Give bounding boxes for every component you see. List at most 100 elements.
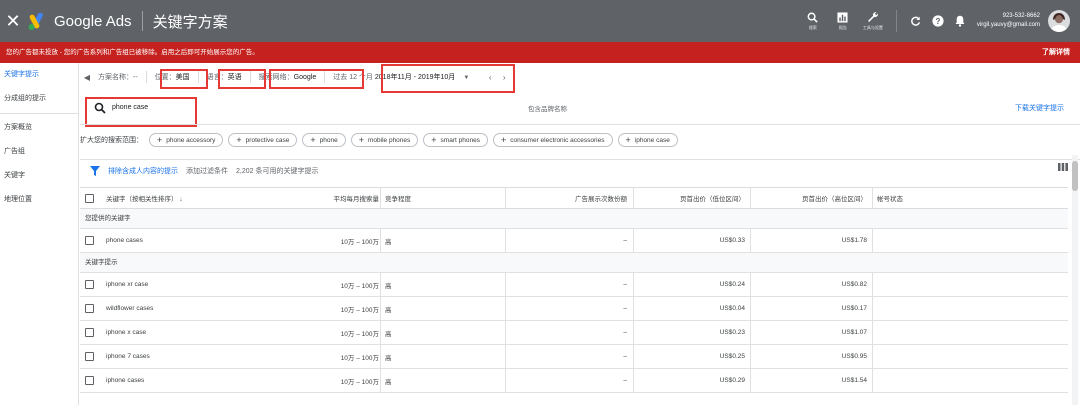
column-divider	[505, 297, 506, 320]
help-button[interactable]: ?	[927, 0, 949, 42]
header-volume[interactable]: 平均每月搜索量	[275, 193, 380, 203]
search-input[interactable]: phone case	[112, 104, 312, 111]
competition-cell: 高	[385, 354, 392, 362]
header-impression-share[interactable]: 广告展示次数份额	[515, 193, 627, 203]
sidebar-item-grouped-ideas[interactable]: 分成组的提示	[0, 87, 78, 111]
bid-high-cell: US$0.82	[841, 281, 867, 288]
notifications-button[interactable]	[949, 0, 971, 42]
add-filter-button[interactable]: 添加过滤条件	[186, 166, 228, 176]
header-competition[interactable]: 竞争程度	[385, 193, 411, 203]
table-row[interactable]: iphone 7 cases 10万 – 100万 高 – US$0.25 US…	[80, 345, 1068, 369]
avatar[interactable]	[1048, 10, 1070, 32]
highlight-box-date-range	[381, 64, 515, 93]
competition-cell: 高	[385, 330, 392, 338]
bid-high-cell: US$1.07	[841, 329, 867, 336]
sidebar-item-keywords[interactable]: 关键字	[0, 164, 78, 188]
column-divider	[380, 188, 381, 208]
close-icon[interactable]: ✕	[4, 0, 22, 42]
row-checkbox[interactable]	[85, 376, 94, 385]
row-checkbox[interactable]	[85, 280, 94, 289]
plus-icon: +	[625, 135, 631, 145]
broaden-pill[interactable]: + consumer electronic accessories	[492, 133, 613, 147]
broaden-pill-label: iphone case	[634, 136, 670, 144]
table-row[interactable]: wildflower cases 10万 – 100万 高 – US$0.04 …	[80, 297, 1068, 321]
account-info[interactable]: 923-532-8662 virgil.yauvy@gmail.com	[977, 12, 1040, 30]
select-all-checkbox[interactable]	[85, 193, 94, 203]
scrollbar-thumb[interactable]	[1072, 161, 1078, 191]
plan-name-setting[interactable]: 方案名称：--	[94, 72, 142, 82]
vertical-scrollbar[interactable]	[1072, 155, 1078, 405]
column-divider	[505, 188, 506, 208]
broaden-pill-label: smart phones	[440, 136, 480, 144]
tools-settings-button[interactable]: 工具与设置	[858, 0, 888, 42]
column-divider	[872, 188, 873, 208]
broaden-pill[interactable]: + mobile phones	[350, 133, 419, 147]
columns-icon[interactable]	[1058, 163, 1068, 171]
sidebar-item-plan-overview[interactable]: 方案概览	[0, 116, 78, 140]
broaden-search-row: 扩大您的搜索范围： + phone accessory + protective c…	[80, 130, 1080, 150]
competition-cell: 高	[385, 378, 392, 386]
broaden-pill[interactable]: + protective case	[228, 133, 298, 147]
broaden-pill[interactable]: + phone	[302, 133, 346, 147]
column-divider	[505, 345, 506, 368]
section-keyword-ideas: 关键字提示	[80, 253, 1068, 273]
header-account-status[interactable]: 帐号状态	[877, 193, 903, 203]
filter-icon[interactable]	[90, 165, 100, 176]
row-checkbox[interactable]	[85, 328, 94, 337]
competition-cell: 高	[385, 306, 392, 314]
exclude-adult-filter[interactable]: 排除含成人内容的提示	[108, 166, 178, 176]
search-tool-button[interactable]: 搜索	[798, 0, 828, 42]
plus-icon: +	[431, 135, 437, 145]
download-ideas-link[interactable]: 下载关键字提示	[1015, 103, 1064, 113]
sidebar-item-keyword-ideas[interactable]: 关键字提示	[0, 63, 78, 87]
page-title: 关键字方案	[152, 13, 228, 31]
plus-icon: +	[157, 135, 163, 145]
row-checkbox[interactable]	[85, 236, 94, 245]
broaden-pill-label: protective case	[245, 136, 290, 144]
broaden-pill[interactable]: + smart phones	[423, 133, 488, 147]
keyword-cell: iphone cases	[106, 377, 145, 384]
refresh-icon	[911, 16, 921, 26]
header-keyword[interactable]: 关键字（按相关性排序） ↓	[106, 193, 183, 203]
impression-share-cell: –	[623, 377, 627, 384]
bid-high-cell: US$0.95	[841, 353, 867, 360]
refresh-button[interactable]	[905, 0, 927, 42]
reports-tool-button[interactable]: 报告	[828, 0, 858, 42]
row-checkbox[interactable]	[85, 352, 94, 361]
table-row[interactable]: phone cases 10万 – 100万 高 – US$0.33 US$1.…	[80, 229, 1068, 253]
table-row[interactable]: iphone xr case 10万 – 100万 高 – US$0.24 US…	[80, 273, 1068, 297]
include-brands-toggle[interactable]: 包含品牌名称	[528, 103, 567, 113]
keyword-cell: iphone x case	[106, 329, 147, 336]
column-divider	[872, 297, 873, 320]
broaden-label: 扩大您的搜索范围：	[80, 137, 143, 144]
volume-cell: 10万 – 100万	[340, 282, 379, 290]
learn-more-link[interactable]: 了解详情	[1042, 42, 1070, 63]
divider	[895, 10, 897, 32]
header-bid-high[interactable]: 页首出价（高位区间）	[760, 193, 867, 203]
volume-cell: 10万 – 100万	[340, 378, 379, 386]
sidebar: 关键字提示 分成组的提示 方案概览 广告组 关键字 地理位置	[0, 63, 79, 405]
table-row[interactable]: iphone x case 10万 – 100万 高 – US$0.23 US$…	[80, 321, 1068, 345]
chevron-left-icon[interactable]: ◀	[80, 73, 94, 82]
column-divider	[380, 273, 381, 296]
column-divider	[633, 229, 634, 252]
column-divider	[380, 297, 381, 320]
plan-name-value: --	[133, 74, 138, 81]
row-checkbox[interactable]	[85, 304, 94, 313]
table-row[interactable]: iphone cases 10万 – 100万 高 – US$0.29 US$1…	[80, 369, 1068, 393]
column-divider	[872, 369, 873, 392]
column-divider	[633, 321, 634, 344]
broaden-pill[interactable]: + phone accessory	[149, 133, 224, 147]
sidebar-item-locations[interactable]: 地理位置	[0, 188, 78, 212]
bid-low-cell: US$0.24	[719, 281, 745, 288]
header-bid-low[interactable]: 页首出价（低位区间）	[645, 193, 745, 203]
bid-low-cell: US$0.29	[719, 377, 745, 384]
sidebar-item-ad-groups[interactable]: 广告组	[0, 140, 78, 164]
volume-cell: 10万 – 100万	[340, 306, 379, 314]
main-content: ◀ 方案名称：-- 位置：美国 语言：英语 搜索网络：Google 过去 12 …	[80, 63, 1080, 405]
top-app-bar: ✕ Google Ads 关键字方案 搜索 报告 工具与设置 ? 923-532…	[0, 0, 1080, 42]
broaden-pill-label: phone	[319, 136, 338, 144]
column-divider	[750, 273, 751, 296]
tools-settings-label: 工具与设置	[862, 25, 883, 30]
broaden-pill[interactable]: + iphone case	[617, 133, 678, 147]
